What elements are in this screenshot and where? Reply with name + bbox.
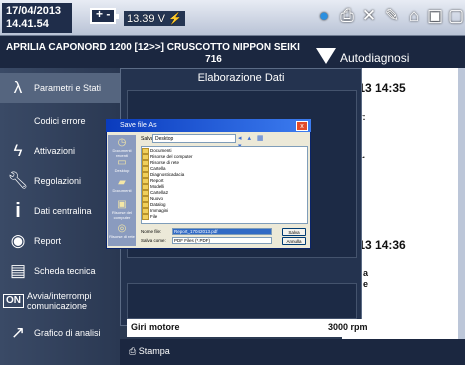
giri-motore-value: 3000 rpm [328,322,368,332]
sidebar-item-label: Grafico di analisi [34,328,101,338]
sidebar-item-regolazioni[interactable]: 🔧︎ Regolazioni [0,166,120,196]
info-icon: i [15,199,21,222]
report-icon: ◉ [10,231,26,250]
lookin-select[interactable]: Desktop [152,134,236,143]
tools-icon[interactable]: ✕ [359,6,379,28]
chevron-down-icon [316,48,336,64]
dialog-lower-area [127,283,357,319]
chart-icon: ↗ [10,323,26,342]
datetime-box: 17/04/2013 14.41.54 [2,3,72,33]
sidebar-item-label: Regolazioni [34,176,82,186]
model-line2: 716 [205,54,222,65]
print-label: Stampa [138,346,170,356]
list-item[interactable]: File [142,214,157,220]
model-line1: APRILIA CAPONORD 1200 [12>>] CRUSCOTTO N… [6,42,300,53]
sidebar: λ Parametri e Stati Codici errore ϟ Atti… [0,68,120,365]
document-icon: ▤ [9,261,27,280]
filetype-label: Salva come: [141,238,166,243]
autodiagnosi-button[interactable]: Autodiagnosi [316,48,465,68]
save-button[interactable]: Salva [282,228,306,236]
folder-icon: ▰ [118,177,126,188]
sidebar-item-dati-centralina[interactable]: i Dati centralina [0,196,120,226]
sidebar-item-label: Dati centralina [34,206,92,216]
sidebar-item-label: Avvia/interrompi comunicazione [27,291,92,311]
places-recent[interactable]: ◷ Documenti recenti [108,137,136,158]
vehicle-model: APRILIA CAPONORD 1200 [12>>] CRUSCOTTO N… [6,42,341,66]
battery-sign: + - [96,7,111,21]
sidebar-item-label: Parametri e Stati [34,83,102,93]
date-text: 17/04/2013 [6,5,62,17]
cancel-button[interactable]: Annulla [282,237,306,245]
battery-icon: + - [90,7,119,24]
sidebar-item-codici[interactable]: Codici errore [0,106,120,136]
sidebar-item-label: Codici errore [34,116,86,126]
pen-icon[interactable]: ✎ [382,6,402,28]
voltage-text: 13.39 V [127,13,165,25]
sidebar-item-parametri[interactable]: λ Parametri e Stati [0,73,120,103]
window-icon[interactable]: ▣ [425,6,445,28]
report-fragment: a [363,268,369,278]
printer-icon[interactable]: ⎙ [337,6,357,28]
file-dialog-toolbar[interactable]: ◂ ▴ ▦ ▾ [238,134,274,150]
autodiagnosi-label: Autodiagnosi [340,51,410,65]
bottom-toolbar [120,339,465,365]
bluetooth-icon[interactable]: ● [314,6,334,28]
places-documents[interactable]: ▰ Documenti [108,177,136,193]
sidebar-item-grafico[interactable]: ↗ Grafico di analisi [0,318,120,348]
report-fragment: e [363,279,369,289]
network-icon: ◎ [117,223,127,234]
sidebar-item-comunicazione[interactable]: ON Avvia/interrompi comunicazione [0,286,120,316]
sidebar-item-label: Scheda tecnica [34,266,96,276]
places-network[interactable]: ◎ Risorse di rete [108,223,136,239]
close-icon[interactable]: x [296,121,308,131]
display-icon[interactable]: ▢ [446,6,465,28]
time-text: 14.41.54 [6,18,49,30]
giri-motore-label: Giri motore [131,322,180,332]
filetype-select[interactable]: PDF Files (*.PDF) [172,237,272,244]
print-button[interactable]: ⎙ Stampa [129,346,170,357]
scrollbar[interactable] [458,68,465,365]
home-icon[interactable]: ⌂ [404,6,424,28]
sidebar-item-scheda-tecnica[interactable]: ▤ Scheda tecnica [0,256,120,286]
dialog-title: Elaborazione Dati [197,72,285,84]
desktop-icon: ▭ [117,157,127,168]
voltage-readout: 13.39 V ⚡ [124,11,185,26]
places-desktop[interactable]: ▭ Desktop [108,157,136,173]
sidebar-item-label: Report [34,236,62,246]
computer-icon: ▣ [117,199,127,210]
clock-icon: ◷ [117,137,127,148]
lightning-icon: ϟ [13,141,23,160]
on-icon: ON [3,294,24,308]
print-icon: ⎙ [129,346,137,356]
sidebar-item-report[interactable]: ◉ Report [0,226,120,256]
filename-label: Nome file: [141,229,162,234]
file-dialog-title: Save file As [106,119,311,132]
sidebar-item-attivazioni[interactable]: ϟ Attivazioni [0,136,120,166]
filename-input[interactable]: Report_17042013.pdf [172,228,272,235]
places-computer[interactable]: ▣ Risorse del computer [108,199,136,220]
lambda-icon: λ [13,78,23,97]
wrench-icon: 🔧︎ [7,171,29,190]
sidebar-item-label: Attivazioni [34,146,76,156]
